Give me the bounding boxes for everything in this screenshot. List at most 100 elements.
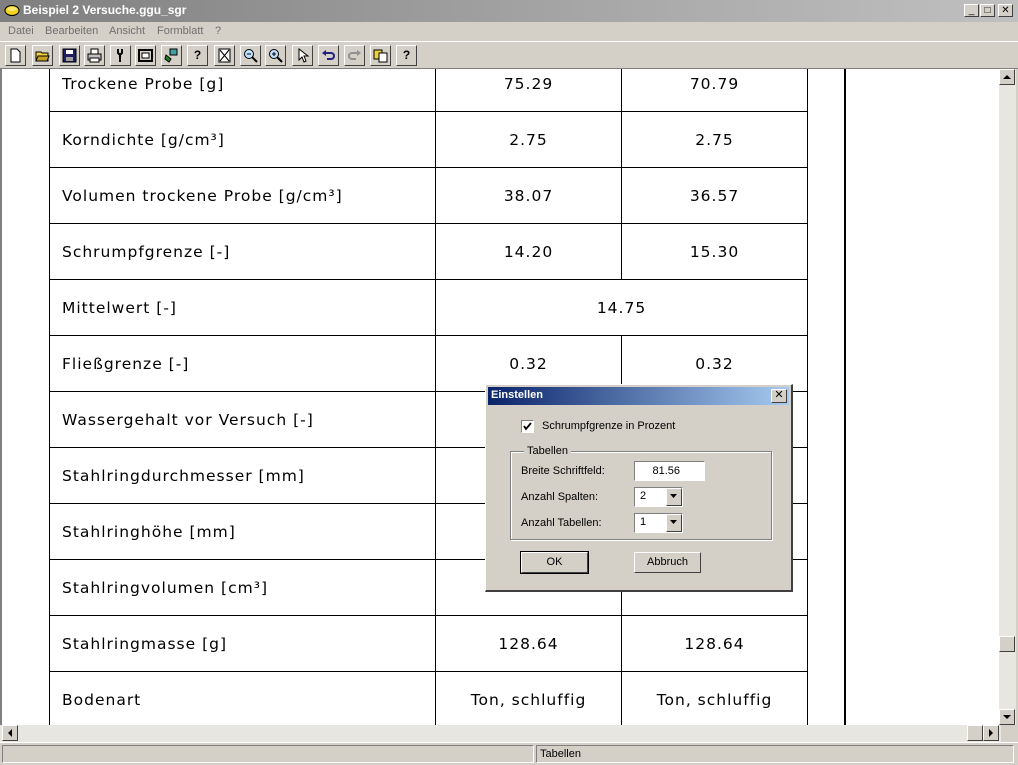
window-title: Beispiel 2 Versuche.ggu_sgr [23,3,187,17]
menu-ansicht[interactable]: Ansicht [109,25,145,37]
row-label: Mittelwert [-] [49,279,436,336]
breite-schriftfeld-input[interactable]: 81.56 [634,461,705,481]
zoom-out-button[interactable] [240,45,261,66]
chevron-down-icon [670,494,677,498]
anzahl-spalten-select[interactable]: 2 [634,487,683,507]
dropdown-button[interactable] [666,488,682,506]
open-folder-icon [35,51,50,62]
close-button[interactable]: ✕ [998,4,1013,17]
menu-datei[interactable]: Datei [8,25,34,37]
paint-icon [164,48,178,63]
save-disk-icon [62,48,77,63]
status-bar: Tabellen [0,742,1018,765]
vertical-scroll-thumb[interactable] [999,636,1015,652]
cell-value: Ton, schluffig [435,671,622,725]
help-icon: ? [402,48,411,62]
maximize-button[interactable]: □ [980,4,995,17]
undo-button[interactable] [318,45,339,66]
groupbox-label: Tabellen [524,445,571,457]
cell-value: 70.79 [621,69,808,112]
dropdown-button[interactable] [666,514,682,532]
chevron-down-icon [670,520,677,524]
save-button[interactable] [59,45,80,66]
table-row: Stahlringmasse [g] 128.64 128.64 [49,615,808,672]
menu-help[interactable]: ? [215,25,221,37]
selected-value: 2 [640,490,647,502]
cell-value: 36.57 [621,167,808,224]
zoom-in-button[interactable] [265,45,286,66]
cell-value: 128.64 [435,615,622,672]
new-file-button[interactable] [5,45,26,66]
toolbar: ? ? [0,41,1018,69]
minimize-icon: _ [968,5,975,16]
status-pane-text: Tabellen [536,745,1014,763]
row-label: Schrumpfgrenze [-] [49,223,436,280]
checkbox-label[interactable]: Schrumpfgrenze in Prozent [542,420,675,432]
cell-value: 2.75 [435,111,622,168]
eraser-icon [218,48,231,63]
row-label: Stahlringdurchmesser [mm] [49,447,436,504]
dialog-title-bar[interactable]: Einstellen ✕ [488,387,789,405]
app-icon [4,5,20,16]
horizontal-scrollbar[interactable] [0,725,1001,742]
status-pane-main [2,745,534,763]
schrumpfgrenze-checkbox[interactable] [521,420,534,433]
frame-button[interactable] [135,45,156,66]
table-row: Volumen trockene Probe [g/cm³] 38.07 36.… [49,167,808,224]
arrow-right-icon [989,729,993,737]
title-bar: Beispiel 2 Versuche.ggu_sgr _ □ ✕ [0,0,1018,22]
paint-button[interactable] [161,45,182,66]
open-button[interactable] [32,45,53,66]
zoom-in-icon [269,49,283,63]
help-button[interactable]: ? [187,45,208,66]
scroll-up-button[interactable] [999,69,1015,85]
pointer-button[interactable] [292,45,313,66]
cell-value: 75.29 [435,69,622,112]
menu-formblatt[interactable]: Formblatt [157,25,203,37]
print-icon [87,48,102,63]
table-row: Korndichte [g/cm³] 2.75 2.75 [49,111,808,168]
redo-icon [348,50,361,60]
row-label: Volumen trockene Probe [g/cm³] [49,167,436,224]
scroll-left-button[interactable] [2,725,18,741]
scroll-right-button[interactable] [983,725,999,741]
tool-button[interactable] [110,45,131,66]
scroll-down-button[interactable] [999,709,1015,725]
table-row: Trockene Probe [g] 75.29 70.79 [49,69,808,112]
tool-icon [117,49,123,62]
cell-value: 128.64 [621,615,808,672]
redo-button[interactable] [344,45,365,66]
row-label: Stahlringhöhe [mm] [49,503,436,560]
breite-label: Breite Schriftfeld: [521,465,605,477]
spalten-label: Anzahl Spalten: [521,491,599,503]
dialog-close-button[interactable]: ✕ [771,389,787,403]
close-icon: ✕ [1001,5,1010,16]
help-icon: ? [193,48,202,62]
print-button[interactable] [84,45,105,66]
arrow-left-icon [8,729,12,737]
menu-bearbeiten[interactable]: Bearbeiten [45,25,98,37]
ok-button[interactable]: OK [520,551,589,574]
horizontal-scroll-thumb[interactable] [967,725,983,741]
cancel-button[interactable]: Abbruch [634,552,701,573]
new-file-icon [10,48,21,63]
copy-button[interactable] [370,45,391,66]
row-label: Stahlringmasse [g] [49,615,436,672]
pointer-icon [298,48,310,63]
cell-value-merged: 14.75 [435,279,808,336]
settings-dialog: Einstellen ✕ Schrumpfgrenze in Prozent T… [485,384,793,592]
page-border-line [844,69,846,725]
zoom-out-icon [244,49,258,63]
selected-value: 1 [640,516,647,528]
cell-value: 14.20 [435,223,622,280]
vertical-scrollbar[interactable] [999,69,1016,725]
row-label: Bodenart [49,671,436,725]
close-icon: ✕ [774,389,784,401]
cell-value: 2.75 [621,111,808,168]
row-label: Fließgrenze [-] [49,335,436,392]
anzahl-tabellen-select[interactable]: 1 [634,513,683,533]
help-button[interactable]: ? [396,45,417,66]
minimize-button[interactable]: _ [964,4,979,17]
cell-value: Ton, schluffig [621,671,808,725]
eraser-button[interactable] [214,45,235,66]
